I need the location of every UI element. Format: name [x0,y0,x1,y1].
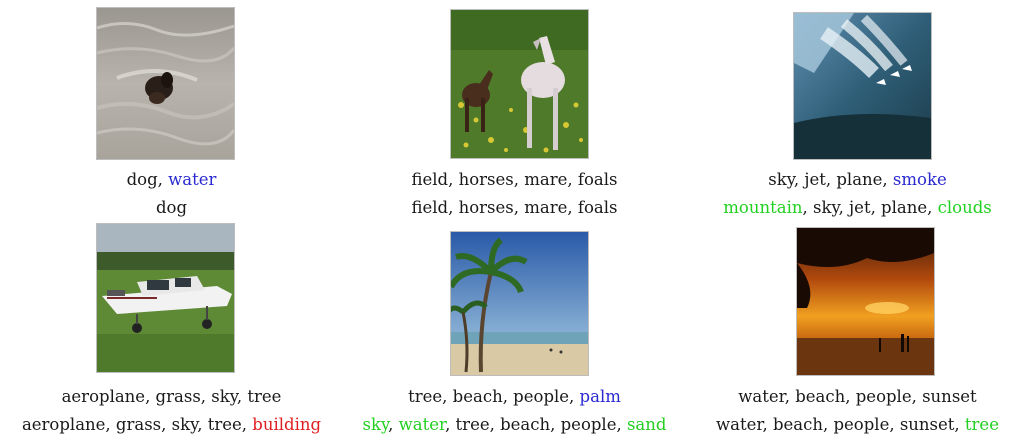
predicted-labels: sky, jet, plane, smoke [686,169,1029,191]
panel-palm-beach: tree, beach, people, palm sky, water, tr… [343,217,686,434]
label-text: , sky, jet, plane, [802,198,938,217]
label-text: aeroplane, grass, sky, tree, [21,415,253,434]
sunset-beach-photo [796,227,935,376]
label-green: mountain [723,198,803,217]
dog-swimming-photo [96,7,235,160]
ground-truth-labels: sky, water, tree, beach, people, sand [343,414,686,436]
label-blue: water [168,170,217,189]
panel-dog: dog, water dog [0,0,343,217]
label-text: sky, jet, plane, [768,170,893,189]
panel-sunset: water, beach, people, sunset water, beac… [686,217,1029,434]
label-text: , [388,415,399,434]
label-text: field, horses, mare, foals [411,170,618,189]
jets-in-sky-photo [793,12,932,160]
label-text: water, beach, people, sunset [738,387,977,406]
label-blue: smoke [892,170,947,189]
predicted-labels: aeroplane, grass, sky, tree [0,386,343,408]
label-text: water, beach, people, sunset, [716,415,965,434]
label-blue: palm [579,387,621,406]
label-text: , tree, beach, people, [445,415,627,434]
label-text: dog, [126,170,169,189]
label-green: clouds [937,198,992,217]
palm-beach-photo [450,231,589,376]
label-text: aeroplane, grass, sky, tree [61,387,282,406]
label-red: building [252,415,322,434]
label-green: sky [362,415,389,434]
horses-in-field-photo [450,9,589,159]
ground-truth-labels: aeroplane, grass, sky, tree, building [0,414,343,436]
predicted-labels: tree, beach, people, palm [343,386,686,408]
predicted-labels: dog, water [0,169,343,191]
label-green: water [398,415,446,434]
ground-truth-labels: field, horses, mare, foals [343,197,686,219]
propeller-plane-on-grass-photo [96,223,235,373]
label-text: dog [155,198,188,217]
label-text: tree, beach, people, [408,387,580,406]
label-green: tree [964,415,999,434]
label-green: sand [626,415,667,434]
ground-truth-labels: water, beach, people, sunset, tree [686,414,1029,436]
panel-jets: sky, jet, plane, smoke mountain, sky, je… [686,0,1029,217]
panel-horses: field, horses, mare, foals field, horses… [343,0,686,217]
predicted-labels: water, beach, people, sunset [686,386,1029,408]
panel-plane: aeroplane, grass, sky, tree aeroplane, g… [0,217,343,434]
label-text: field, horses, mare, foals [411,198,618,217]
predicted-labels: field, horses, mare, foals [343,169,686,191]
ground-truth-labels: mountain, sky, jet, plane, clouds [686,197,1029,219]
ground-truth-labels: dog [0,197,343,219]
